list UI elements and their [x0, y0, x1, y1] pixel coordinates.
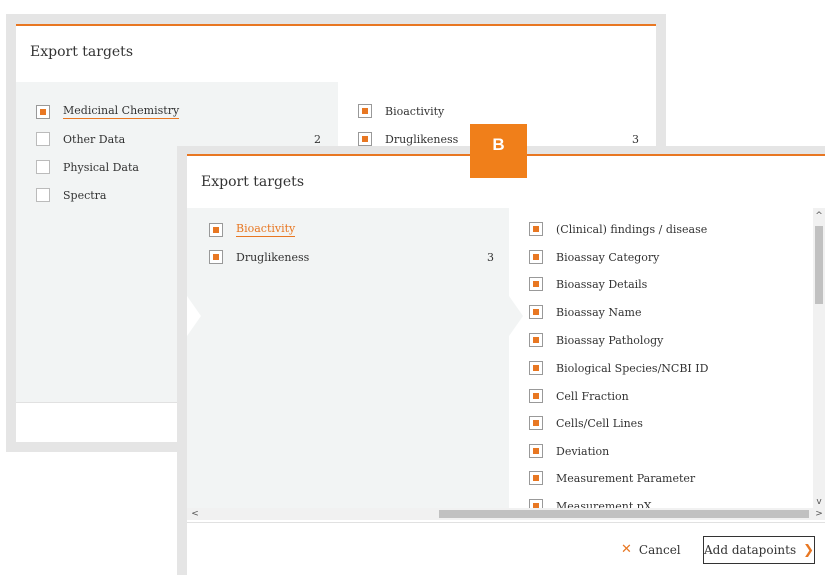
checkbox[interactable] [358, 132, 372, 146]
horizontal-scroll-thumb[interactable] [439, 510, 809, 518]
front-right-item[interactable]: Cells/Cell Lines [529, 416, 643, 430]
front-footer-divider [187, 522, 825, 523]
item-count: 3 [632, 133, 639, 146]
item-label: Measurement pX [556, 499, 652, 509]
add-datapoints-button[interactable]: Add datapoints ❯ [703, 536, 815, 564]
back-left-item-medicinal-chemistry[interactable]: Medicinal Chemistry [36, 104, 180, 119]
checkbox[interactable] [529, 499, 543, 508]
front-dialog-title: Export targets [201, 174, 304, 190]
checkbox[interactable] [358, 104, 372, 118]
front-right-item[interactable]: Deviation [529, 444, 609, 458]
item-label: Bioassay Details [556, 277, 648, 291]
column-arrow-notch [509, 296, 523, 336]
front-right-item[interactable]: Cell Fraction [529, 389, 629, 403]
item-label: Physical Data [63, 160, 139, 174]
checkbox[interactable] [529, 333, 543, 347]
item-label: Druglikeness [385, 132, 459, 146]
scroll-down-icon[interactable]: v [813, 496, 825, 508]
front-left-item-druglikeness[interactable]: Druglikeness [209, 250, 309, 264]
front-right-item[interactable]: (Clinical) findings / disease [529, 222, 707, 236]
cancel-button[interactable]: ✕ Cancel [621, 542, 681, 557]
back-left-item-other-data[interactable]: Other Data [36, 132, 125, 146]
front-right-item[interactable]: Biological Species/NCBI ID [529, 361, 708, 375]
scroll-left-icon[interactable]: < [189, 508, 201, 520]
checkbox[interactable] [529, 222, 543, 236]
item-label: Cells/Cell Lines [556, 416, 643, 430]
cancel-label: Cancel [638, 542, 681, 557]
scroll-right-icon[interactable]: > [813, 508, 825, 520]
checkbox[interactable] [36, 132, 50, 146]
scroll-up-icon[interactable]: ^ [813, 210, 825, 222]
close-icon: ✕ [621, 542, 632, 557]
checkbox[interactable] [529, 444, 543, 458]
item-label: (Clinical) findings / disease [556, 222, 708, 236]
checkbox[interactable] [36, 160, 50, 174]
item-count: 2 [314, 133, 321, 146]
checkbox[interactable] [529, 305, 543, 319]
back-left-item-spectra[interactable]: Spectra [36, 188, 106, 202]
checkbox[interactable] [36, 104, 50, 119]
vertical-scrollbar[interactable]: ^ v [813, 208, 825, 508]
front-left-item-bioactivity[interactable]: Bioactivity [209, 222, 296, 237]
back-right-item-druglikeness[interactable]: Druglikeness [358, 132, 458, 146]
front-right-item[interactable]: Bioassay Pathology [529, 333, 663, 347]
back-right-item-bioactivity[interactable]: Bioactivity [358, 104, 444, 118]
item-label: Other Data [63, 132, 126, 146]
step-badge: B [470, 124, 527, 178]
checkbox[interactable] [529, 471, 543, 485]
item-label: Measurement Parameter [556, 471, 696, 485]
front-right-item[interactable]: Bioassay Category [529, 250, 659, 264]
checkbox[interactable] [529, 250, 543, 264]
checkbox[interactable] [529, 361, 543, 375]
front-right-item[interactable]: Measurement Parameter [529, 471, 695, 485]
checkbox[interactable] [529, 277, 543, 291]
item-label: Deviation [556, 444, 610, 458]
item-label: Bioactivity [236, 222, 296, 237]
left-arrow-notch [187, 296, 201, 336]
item-label: Bioactivity [385, 104, 445, 118]
item-label: Bioassay Category [556, 250, 660, 264]
item-label: Medicinal Chemistry [63, 104, 180, 119]
item-label: Bioassay Pathology [556, 333, 664, 347]
item-label: Cell Fraction [556, 389, 629, 403]
front-right-column: (Clinical) findings / disease Bioassay C… [509, 208, 813, 508]
front-right-item[interactable]: Bioassay Name [529, 305, 641, 319]
vertical-scroll-thumb[interactable] [815, 226, 823, 304]
checkbox[interactable] [529, 389, 543, 403]
item-label: Bioassay Name [556, 305, 642, 319]
add-datapoints-label: Add datapoints [704, 543, 797, 557]
item-count: 3 [487, 251, 494, 264]
chevron-right-icon: ❯ [803, 542, 814, 558]
horizontal-scrollbar[interactable]: < > [187, 508, 825, 520]
checkbox[interactable] [209, 250, 223, 264]
item-label: Biological Species/NCBI ID [556, 361, 709, 375]
item-label: Spectra [63, 188, 107, 202]
front-left-column: Bioactivity Druglikeness 3 [187, 208, 509, 518]
checkbox[interactable] [209, 222, 223, 237]
front-right-item[interactable]: Measurement pX [529, 499, 652, 508]
back-dialog-title: Export targets [30, 44, 133, 60]
checkbox[interactable] [529, 416, 543, 430]
back-left-item-physical-data[interactable]: Physical Data [36, 160, 139, 174]
front-right-item[interactable]: Bioassay Details [529, 277, 647, 291]
checkbox[interactable] [36, 188, 50, 202]
item-label: Druglikeness [236, 250, 310, 264]
front-dialog-body: Export targets Bioactivity Druglikeness … [187, 154, 825, 575]
front-dialog: Export targets Bioactivity Druglikeness … [177, 146, 825, 575]
